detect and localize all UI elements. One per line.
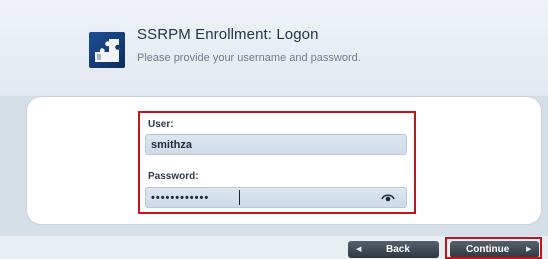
page-header (0, 0, 548, 96)
password-input[interactable] (145, 187, 407, 208)
user-input[interactable] (145, 134, 407, 155)
page-title: SSRPM Enrollment: Logon (137, 26, 319, 43)
page-subtitle: Please provide your username and passwor… (137, 52, 361, 64)
eye-icon[interactable] (381, 190, 395, 204)
continue-highlight (445, 237, 542, 259)
back-button-label: Back (386, 244, 410, 255)
back-button[interactable]: ◀ Back (348, 241, 439, 258)
password-label: Password: (148, 171, 199, 182)
puzzle-logo-icon (89, 32, 125, 68)
arrow-left-icon: ◀ (356, 246, 362, 253)
text-caret (239, 190, 240, 205)
user-label: User: (148, 119, 174, 130)
